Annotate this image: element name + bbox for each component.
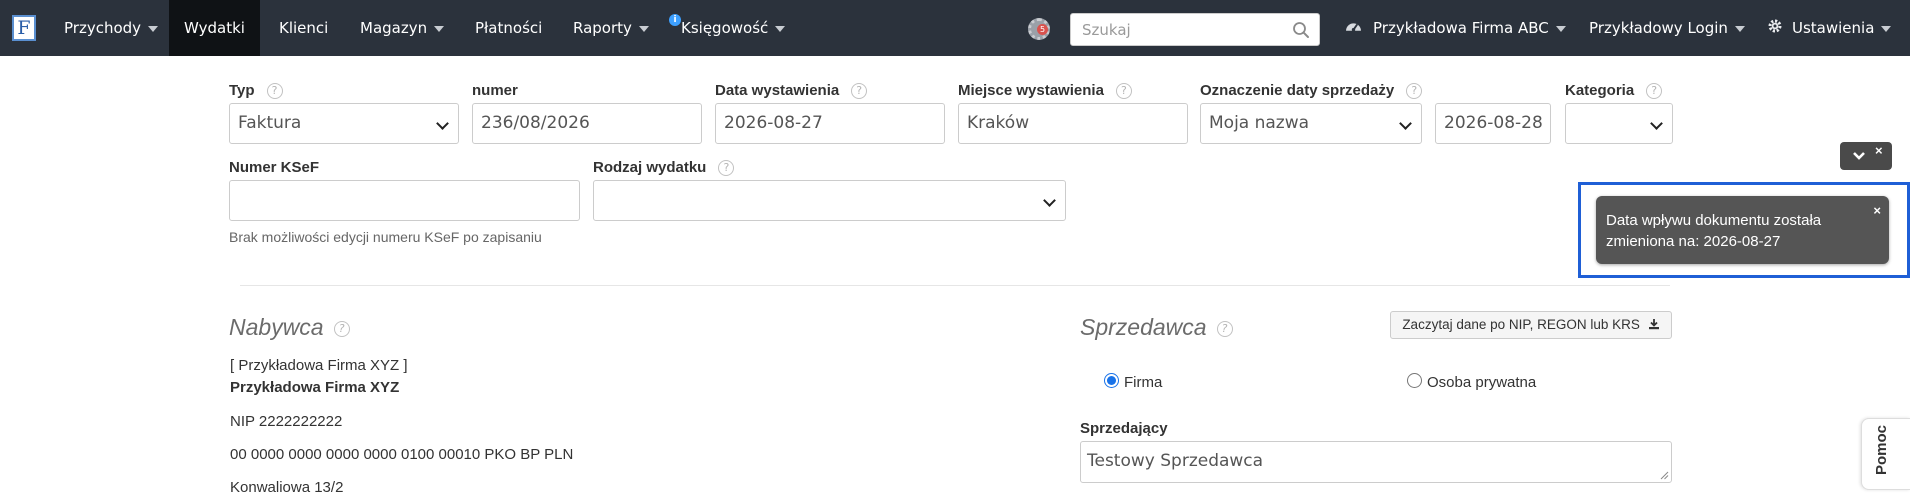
buyer-address: Konwaliowa 13/2	[230, 479, 344, 496]
radio-osoba-label: Osoba prywatna	[1427, 374, 1537, 391]
chevron-down-icon	[148, 25, 159, 32]
miejsce-input[interactable]: Kraków	[958, 103, 1188, 144]
miejsce-label: Miejsce wystawienia?	[958, 82, 1132, 100]
help-icon[interactable]: ?	[1115, 83, 1132, 100]
gear-icon	[1768, 19, 1782, 33]
app-logo[interactable]: F	[12, 15, 36, 41]
seller-textarea[interactable]: Testowy Sprzedawca	[1080, 441, 1672, 483]
close-icon[interactable]: ×	[1873, 200, 1881, 221]
nav-klienci-label: Klienci	[279, 19, 329, 37]
nav-raporty-label: Raporty	[573, 19, 632, 37]
ksef-input[interactable]	[229, 180, 580, 221]
radio-firma-label: Firma	[1124, 374, 1163, 391]
seller-section-title: Sprzedawca?	[1080, 314, 1233, 341]
numer-input[interactable]: 236/08/2026	[472, 103, 702, 144]
settings-label: Ustawienia	[1792, 19, 1875, 37]
typ-label-text: Typ	[229, 82, 255, 99]
help-tab[interactable]: Pomoc	[1861, 418, 1910, 490]
oznaczenie-label-text: Oznaczenie daty sprzedaży	[1200, 82, 1395, 99]
help-icon[interactable]: ?	[718, 160, 735, 177]
data-sprzedazy-input[interactable]: 2026-08-28	[1435, 103, 1551, 144]
nav-klienci[interactable]: Klienci	[279, 0, 328, 56]
help-icon[interactable]: ?	[851, 83, 868, 100]
info-icon: i	[669, 14, 681, 26]
typ-label: Typ?	[229, 82, 283, 100]
radio-osoba-prywatna[interactable]	[1407, 373, 1422, 388]
notifications-gear-icon[interactable]: 5	[1028, 18, 1050, 40]
help-tab-label: Pomoc	[1873, 424, 1890, 475]
kategoria-select[interactable]	[1565, 103, 1673, 144]
rodzaj-select[interactable]	[593, 180, 1066, 221]
data-wystawienia-label: Data wystawienia?	[715, 82, 868, 100]
chevron-down-icon	[1734, 25, 1745, 32]
buyer-section-title: Nabywca?	[229, 314, 350, 341]
nav-magazyn-label: Magazyn	[360, 19, 428, 37]
nav-ksiegowosc-label: Księgowość	[681, 19, 769, 37]
rodzaj-label: Rodzaj wydatku?	[593, 159, 735, 177]
seller-value: Testowy Sprzedawca	[1087, 451, 1264, 471]
search-input[interactable]	[1071, 14, 1281, 45]
nav-platnosci[interactable]: Płatności	[475, 0, 542, 56]
seller-title-text: Sprzedawca	[1080, 314, 1207, 340]
fetch-company-data-button[interactable]: Zaczytaj dane po NIP, REGON lub KRS	[1390, 311, 1672, 339]
chevron-down-icon	[434, 25, 445, 32]
help-icon[interactable]: ?	[333, 320, 350, 337]
chevron-down-icon	[1881, 25, 1892, 32]
nav-wydatki-label: Wydatki	[184, 19, 245, 37]
nav-platnosci-label: Płatności	[475, 19, 543, 37]
seller-label: Sprzedający	[1080, 420, 1168, 437]
resize-grip-icon[interactable]	[1659, 470, 1669, 480]
nav-ksiegowosc[interactable]: Księgowość	[681, 0, 786, 56]
section-divider	[240, 285, 1670, 286]
chevron-down-icon	[1853, 152, 1865, 160]
kategoria-label: Kategoria?	[1565, 82, 1663, 100]
login-menu[interactable]: Przykładowy Login	[1589, 0, 1745, 56]
numer-label: numer	[472, 82, 518, 99]
kategoria-label-text: Kategoria	[1565, 82, 1635, 99]
search-icon[interactable]	[1292, 21, 1310, 39]
help-icon[interactable]: ?	[1216, 320, 1233, 337]
oznaczenie-select[interactable]: Moja nazwa	[1200, 103, 1422, 144]
ksef-hint: Brak możliwości edycji numeru KSeF po za…	[229, 229, 542, 245]
data-wystawienia-input[interactable]: 2026-08-27	[715, 103, 945, 144]
company-name: Przykładowa Firma ABC	[1373, 19, 1549, 37]
oznaczenie-label: Oznaczenie daty sprzedaży?	[1200, 82, 1423, 100]
rodzaj-label-text: Rodzaj wydatku	[593, 159, 707, 176]
chevron-down-icon	[1555, 25, 1566, 32]
nav-magazyn[interactable]: Magazyn	[360, 0, 445, 56]
buyer-account: 00 0000 0000 0000 0000 0100 00010 PKO BP…	[230, 446, 574, 463]
login-name: Przykładowy Login	[1589, 19, 1728, 37]
fetch-button-label: Zaczytaj dane po NIP, REGON lub KRS	[1402, 317, 1640, 332]
help-icon[interactable]: ?	[1406, 83, 1423, 100]
typ-select[interactable]: Faktura	[229, 103, 459, 144]
buyer-nip: NIP 2222222222	[230, 413, 343, 430]
chevron-down-icon	[638, 25, 649, 32]
top-navbar: F Przychody Wydatki Klienci Magazyn Płat…	[0, 0, 1910, 56]
dashboard-icon	[1346, 23, 1361, 32]
notification-count-badge: 5	[1037, 24, 1048, 35]
search-box	[1070, 13, 1320, 46]
help-icon[interactable]: ?	[1646, 83, 1663, 100]
nav-przychody[interactable]: Przychody	[64, 0, 159, 56]
help-icon[interactable]: ?	[266, 83, 283, 100]
nav-raporty[interactable]: Raporty	[573, 0, 649, 56]
buyer-bracket-name: [ Przykładowa Firma XYZ ]	[230, 357, 408, 374]
nav-przychody-label: Przychody	[64, 19, 142, 37]
nav-wydatki[interactable]: Wydatki	[169, 0, 260, 56]
notifications-toggle-button[interactable]: ×	[1840, 142, 1892, 170]
company-menu[interactable]: Przykładowa Firma ABC	[1373, 0, 1566, 56]
download-icon	[1648, 319, 1659, 330]
miejsce-label-text: Miejsce wystawienia	[958, 82, 1104, 99]
ksef-label: Numer KSeF	[229, 159, 320, 176]
radio-firma[interactable]	[1104, 373, 1119, 388]
notification-text: Data wpływu dokumentu została zmieniona …	[1606, 212, 1822, 250]
buyer-name: Przykładowa Firma XYZ	[230, 379, 400, 396]
buyer-title-text: Nabywca	[229, 314, 324, 340]
close-all-icon[interactable]: ×	[1875, 143, 1883, 158]
notification-toast: Data wpływu dokumentu została zmieniona …	[1596, 196, 1889, 264]
settings-menu[interactable]: Ustawienia	[1792, 0, 1892, 56]
data-wystawienia-label-text: Data wystawienia	[715, 82, 840, 99]
chevron-down-icon	[775, 25, 786, 32]
